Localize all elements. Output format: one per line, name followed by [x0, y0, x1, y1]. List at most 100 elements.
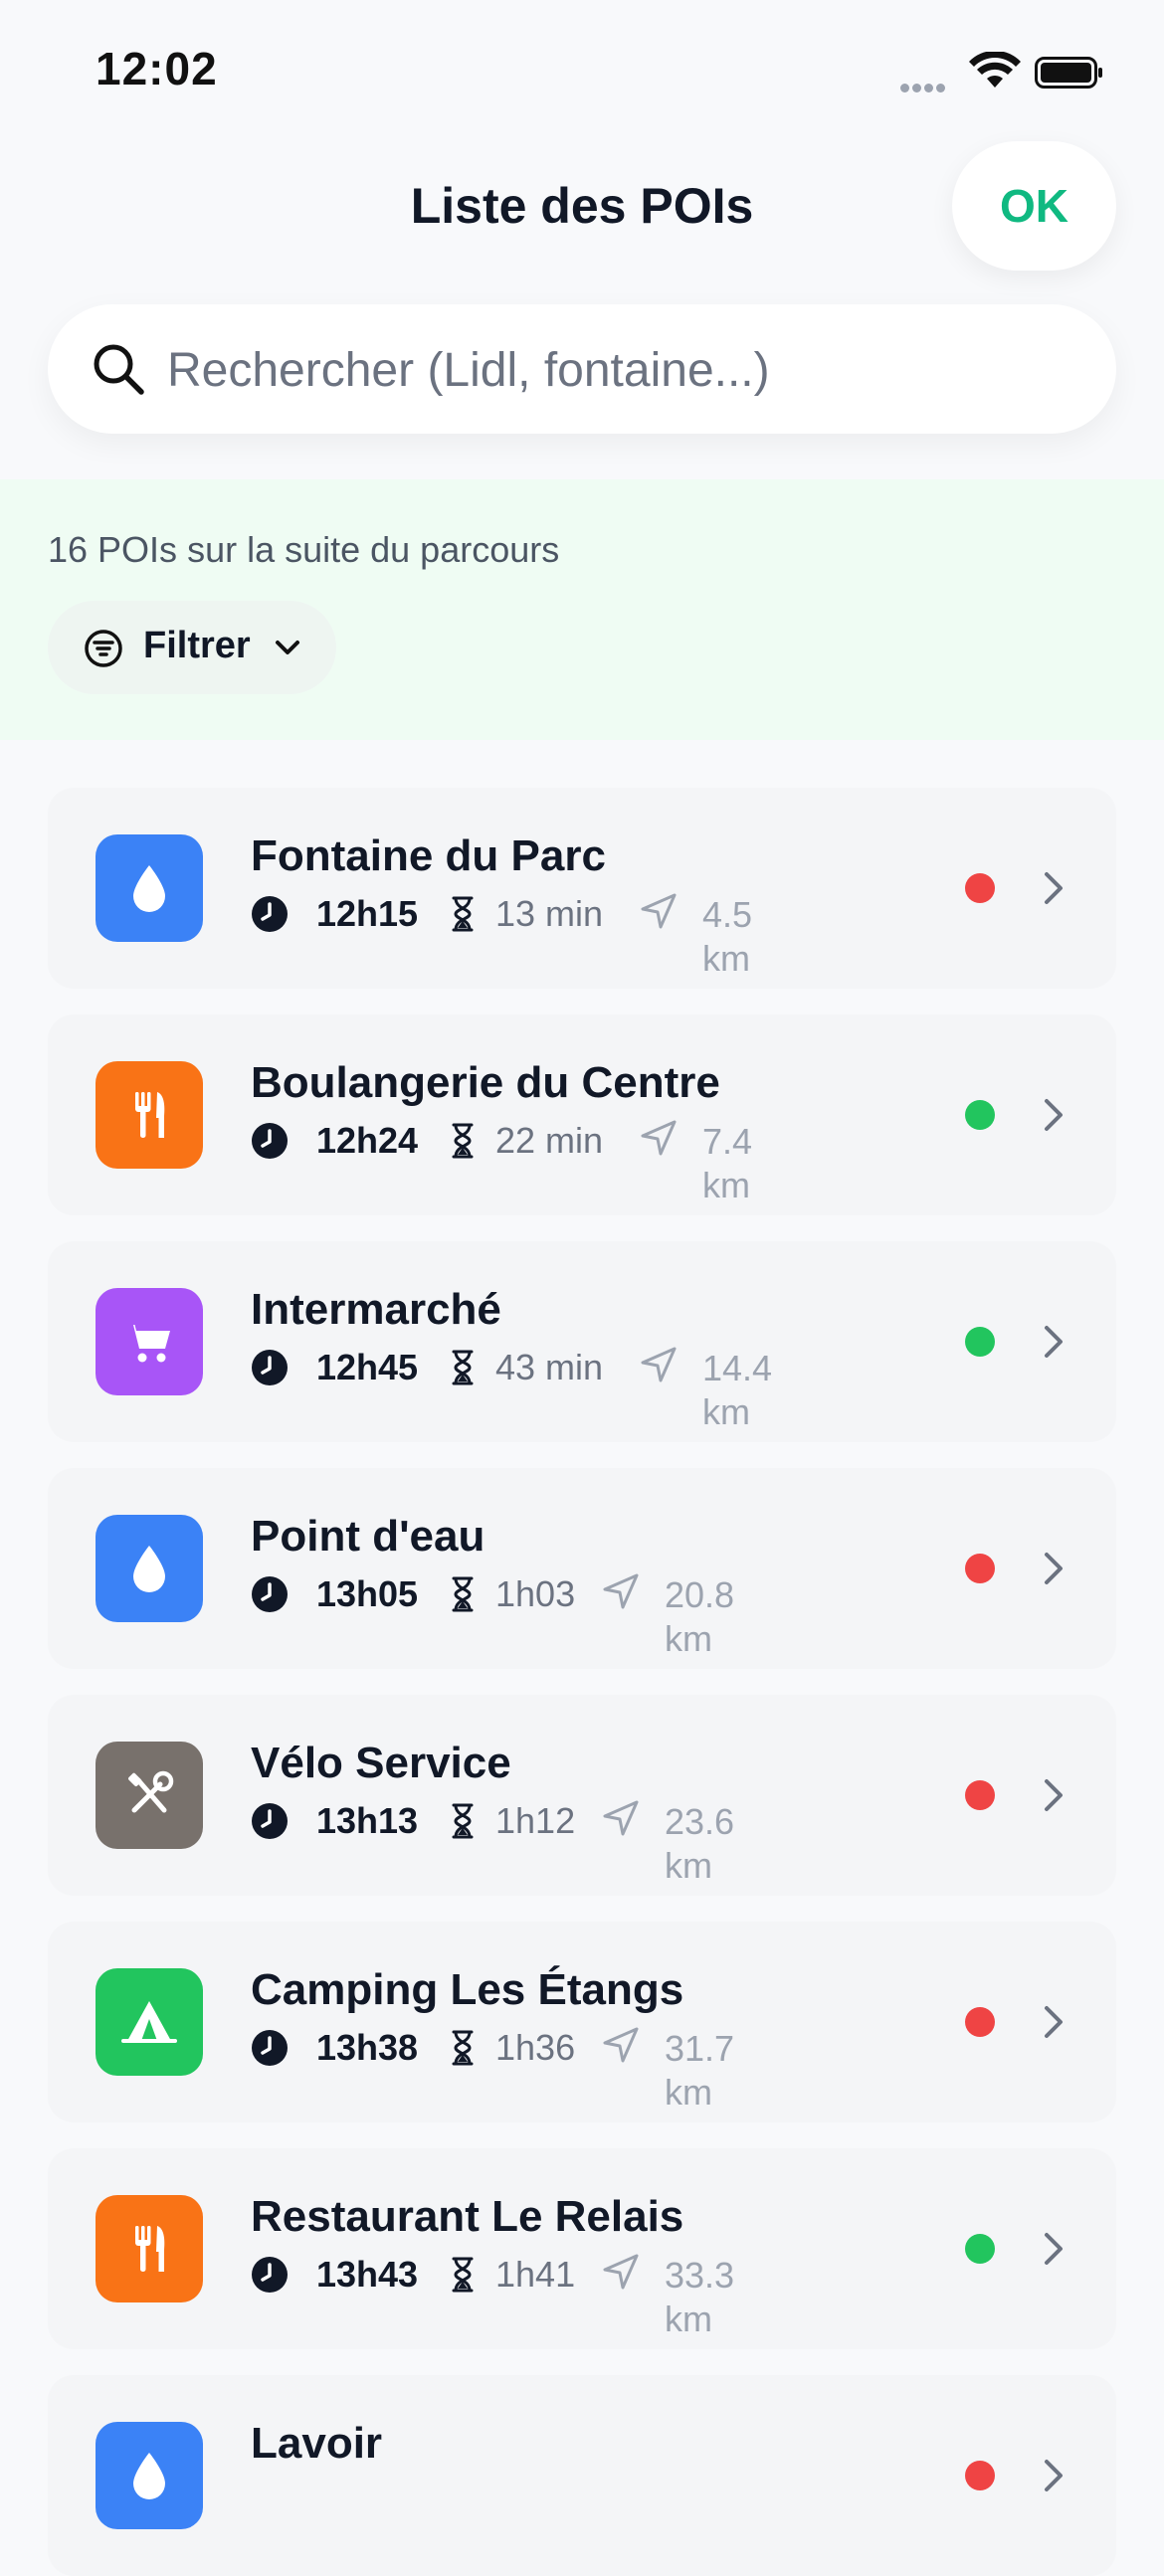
poi-distance: 14.4 km [702, 1348, 773, 1432]
poi-card[interactable]: Intermarché 12h45 43 min 14.4 km [48, 1241, 1116, 1442]
poi-card[interactable]: Vélo Service 13h13 1h12 23.6 km [48, 1695, 1116, 1896]
navigation-arrow-icon [603, 1800, 639, 1836]
poi-card[interactable]: Lavoir [48, 2375, 1116, 2576]
chevron-right-icon [1045, 1099, 1063, 1131]
chevron-right-icon [1045, 1326, 1063, 1358]
poi-category-tile [96, 2195, 203, 2302]
fork-knife-icon [135, 2226, 165, 2272]
poi-category-tile [96, 1968, 203, 2076]
search-icon [94, 344, 144, 395]
poi-distance: 7.4 km [702, 1121, 753, 1205]
chevron-right-icon [1045, 2006, 1063, 2038]
status-dot [965, 2461, 995, 2490]
poi-duration: 13 min [495, 893, 604, 934]
poi-duration: 1h12 [495, 1800, 576, 1841]
poi-time: 13h05 [316, 1573, 419, 1614]
poi-time: 12h24 [316, 1120, 419, 1161]
poi-duration: 1h03 [495, 1573, 576, 1614]
clock-icon [252, 2030, 288, 2066]
hourglass-icon [452, 1803, 474, 1839]
water-drop-icon [133, 1546, 165, 1592]
battery-icon [1035, 57, 1102, 89]
navigation-arrow-icon [641, 1347, 677, 1382]
status-time: 12:02 [96, 43, 218, 94]
filter-label: Filtrer [143, 625, 251, 666]
poi-category-tile [96, 834, 203, 942]
clock-icon [252, 1576, 288, 1612]
poi-name: Vélo Service [251, 1739, 511, 1787]
navigation-arrow-icon [603, 2254, 639, 2290]
search-box[interactable] [48, 304, 1116, 436]
clock-icon [252, 1123, 288, 1159]
water-drop-icon [133, 865, 165, 912]
poi-card[interactable]: Restaurant Le Relais 13h43 1h41 33.3 km [48, 2148, 1116, 2349]
poi-category-tile [96, 1288, 203, 1395]
hourglass-icon [452, 896, 474, 932]
poi-time: 13h43 [316, 2254, 419, 2295]
filter-button[interactable]: Filtrer [48, 601, 336, 694]
chevron-right-icon [1045, 1553, 1063, 1584]
clock-icon [252, 896, 288, 932]
navigation-arrow-icon [603, 1573, 639, 1609]
poi-name: Camping Les Étangs [251, 1965, 684, 2014]
poi-name: Intermarché [251, 1285, 501, 1334]
shopping-cart-icon [126, 1325, 170, 1363]
poi-name: Restaurant Le Relais [251, 2192, 684, 2241]
poi-time: 12h15 [316, 893, 419, 934]
poi-category-tile [96, 1061, 203, 1169]
poi-card[interactable]: Camping Les Étangs 13h38 1h36 31.7 km [48, 1922, 1116, 2122]
fork-knife-icon [135, 1092, 165, 1138]
poi-name: Lavoir [251, 2419, 383, 2468]
chevron-down-icon [276, 641, 299, 654]
poi-time: 12h45 [316, 1347, 419, 1387]
tools-icon [128, 1770, 174, 1813]
clock-icon [252, 2257, 288, 2293]
poi-name: Boulangerie du Centre [251, 1058, 720, 1107]
poi-card[interactable]: Boulangerie du Centre 12h24 22 min 7.4 km [48, 1014, 1116, 1215]
wifi-icon [969, 52, 1021, 88]
hourglass-icon [452, 2257, 474, 2293]
navigation-arrow-icon [641, 1120, 677, 1156]
tent-icon [121, 2001, 177, 2043]
cellular-signal-icon [900, 80, 952, 92]
poi-duration: 1h41 [495, 2254, 576, 2295]
poi-time: 13h38 [316, 2027, 419, 2068]
poi-distance: 31.7 km [665, 2028, 735, 2113]
water-drop-icon [133, 2453, 165, 2499]
poi-distance: 20.8 km [665, 1574, 735, 1659]
poi-category-tile [96, 1515, 203, 1622]
poi-distance: 33.3 km [665, 2255, 735, 2339]
status-dot [965, 2007, 995, 2037]
poi-card[interactable]: Point d'eau 13h05 1h03 20.8 km [48, 1468, 1116, 1669]
summary-band: 16 POIs sur la suite du parcours Filtrer [0, 479, 1164, 740]
hourglass-icon [452, 2030, 474, 2066]
poi-duration: 1h36 [495, 2027, 576, 2068]
poi-category-tile [96, 1742, 203, 1849]
clock-icon [252, 1350, 288, 1385]
filter-icon [85, 630, 122, 667]
search-input[interactable] [165, 304, 1065, 436]
poi-name: Fontaine du Parc [251, 831, 606, 880]
navigation-arrow-icon [603, 2027, 639, 2063]
chevron-right-icon [1045, 1779, 1063, 1811]
poi-distance: 23.6 km [665, 1801, 735, 1886]
poi-time: 13h13 [316, 1800, 419, 1841]
chevron-right-icon [1045, 2233, 1063, 2265]
hourglass-icon [452, 1123, 474, 1159]
chevron-right-icon [1045, 872, 1063, 904]
poi-category-tile [96, 2422, 203, 2529]
poi-count-text: 16 POIs sur la suite du parcours [48, 529, 560, 570]
poi-duration: 43 min [495, 1347, 604, 1387]
poi-duration: 22 min [495, 1120, 604, 1161]
hourglass-icon [452, 1576, 474, 1612]
navigation-arrow-icon [641, 893, 677, 929]
status-dot [965, 1327, 995, 1357]
status-dot [965, 873, 995, 903]
poi-distance: 4.5 km [702, 894, 753, 979]
status-dot [965, 1780, 995, 1810]
status-dot [965, 1554, 995, 1583]
status-bar: 12:02 [0, 0, 1164, 149]
poi-card[interactable]: Fontaine du Parc 12h15 13 min 4.5 km [48, 788, 1116, 989]
ok-button[interactable]: OK [952, 141, 1116, 271]
status-dot [965, 1100, 995, 1130]
